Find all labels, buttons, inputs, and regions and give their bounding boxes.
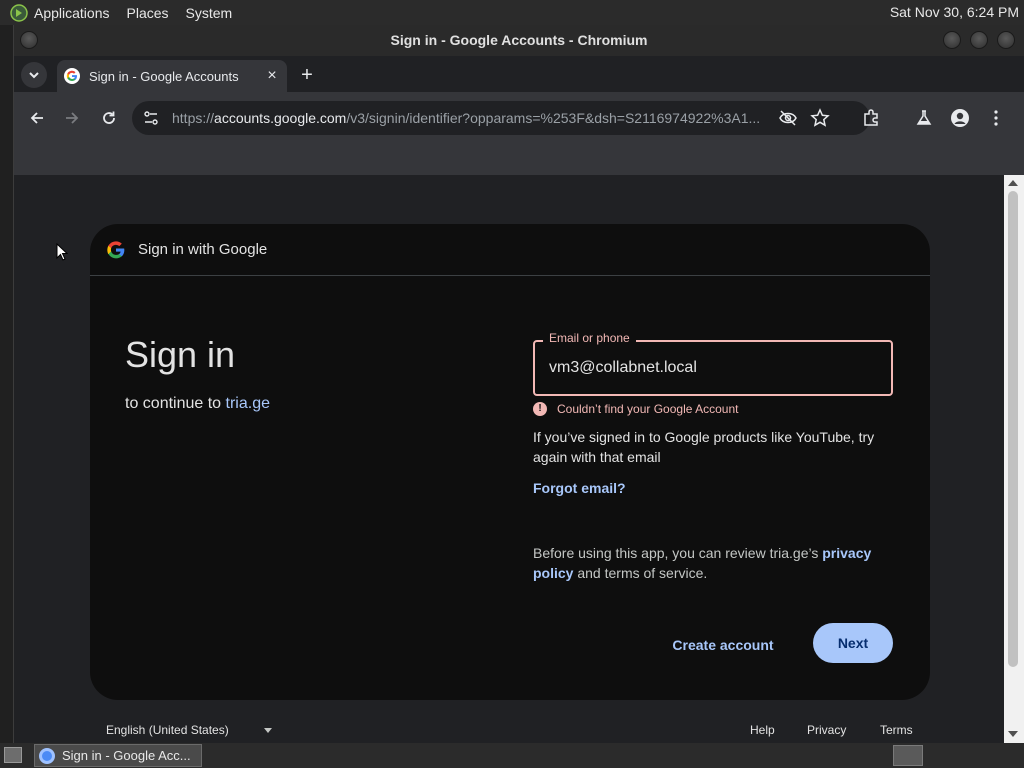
site-settings-icon[interactable] (142, 109, 160, 127)
hint-text: If you’ve signed in to Google products l… (533, 429, 875, 465)
eye-off-icon[interactable] (778, 109, 798, 127)
privacy-link[interactable]: Privacy (807, 723, 846, 737)
back-button[interactable] (25, 106, 49, 130)
url-scheme: https:// (172, 110, 215, 126)
workspace-switcher[interactable] (893, 745, 923, 766)
bookmark-star-icon[interactable] (810, 108, 830, 128)
desktop-top-panel: Applications Places System Sat Nov 30, 6… (0, 0, 1024, 25)
error-message: ! Couldn’t find your Google Account (533, 402, 738, 416)
app-link[interactable]: tria.ge (226, 395, 270, 412)
google-logo-icon (107, 240, 125, 258)
next-button[interactable]: Next (813, 623, 893, 663)
scroll-up-arrow-icon[interactable] (1008, 180, 1018, 186)
new-tab-button[interactable]: + (297, 65, 317, 85)
chromium-icon (39, 747, 55, 764)
more-vertical-icon (994, 110, 998, 126)
email-field-label: Email or phone (543, 331, 636, 345)
forward-button[interactable] (60, 106, 84, 130)
scroll-down-arrow-icon[interactable] (1008, 731, 1018, 737)
system-menu[interactable]: System (186, 5, 233, 21)
window-title: Sign in - Google Accounts - Chromium (390, 32, 648, 48)
toolbar-extension-area (14, 144, 1024, 175)
tab-close-button[interactable]: × (263, 67, 281, 85)
email-field[interactable]: Email or phone (533, 331, 893, 396)
privacy-suffix: and terms of service. (573, 565, 708, 581)
flask-icon (916, 110, 932, 125)
address-bar[interactable]: https://accounts.google.com/v3/signin/id… (132, 101, 870, 135)
scrollbar-thumb[interactable] (1008, 191, 1018, 667)
reload-icon (103, 111, 115, 124)
close-window-button[interactable] (997, 31, 1015, 49)
page-content: Sign in with Google Sign in to continue … (14, 175, 1004, 743)
page-footer: English (United States) Help Privacy Ter… (14, 723, 1004, 743)
mouse-cursor-icon (56, 243, 68, 261)
tab-title: Sign in - Google Accounts (89, 68, 239, 84)
privacy-prefix: Before using this app, you can review tr… (533, 545, 823, 561)
arrow-left-icon (30, 112, 43, 124)
language-select[interactable]: English (United States) (106, 723, 229, 737)
taskbar-item-label: Sign in - Google Acc... (62, 748, 191, 763)
error-icon: ! (533, 402, 547, 416)
tab-signin[interactable]: Sign in - Google Accounts × (57, 60, 287, 92)
extensions-button[interactable] (859, 106, 883, 130)
email-input[interactable] (549, 356, 869, 380)
signin-card: Sign in with Google Sign in to continue … (90, 224, 930, 700)
maximize-button[interactable] (970, 31, 988, 49)
window-menu-button[interactable] (20, 31, 38, 49)
chrome-menu-button[interactable] (984, 106, 1008, 130)
desktop-taskbar: Sign in - Google Acc... (0, 743, 1024, 768)
labs-button[interactable] (912, 106, 936, 130)
error-text: Couldn’t find your Google Account (557, 402, 739, 416)
url-host: accounts.google.com (214, 110, 347, 126)
distro-logo-icon[interactable] (10, 3, 28, 22)
card-header: Sign in with Google (90, 224, 930, 276)
places-menu[interactable]: Places (127, 5, 169, 21)
terms-link[interactable]: Terms (880, 723, 913, 737)
applications-menu[interactable]: Applications (34, 5, 110, 21)
continue-to-text: to continue to tria.ge (125, 395, 270, 413)
url-path: /v3/signin/identifier?opparams=%253F&dsh… (346, 110, 761, 126)
arrow-right-icon (66, 112, 79, 124)
google-favicon-icon (64, 68, 80, 84)
tab-search-button[interactable] (21, 62, 47, 88)
dropdown-caret-icon[interactable] (264, 728, 272, 733)
url-text[interactable]: https://accounts.google.com/v3/signin/id… (172, 110, 768, 126)
show-desktop-button[interactable] (4, 747, 22, 763)
window-titlebar[interactable]: Sign in - Google Accounts - Chromium (14, 25, 1024, 56)
help-link[interactable]: Help (750, 723, 775, 737)
reload-button[interactable] (97, 106, 121, 130)
profile-button[interactable] (948, 106, 972, 130)
privacy-notice: Before using this app, you can review tr… (533, 543, 893, 583)
forgot-email-link[interactable]: Forgot email? (533, 480, 626, 496)
browser-window: Sign in - Google Accounts - Chromium Sig… (13, 25, 1024, 743)
continue-prefix: to continue to (125, 395, 226, 412)
taskbar-window-item[interactable]: Sign in - Google Acc... (34, 744, 202, 767)
page-scrollbar[interactable] (1004, 175, 1024, 743)
puzzle-icon (864, 109, 878, 126)
chevron-down-icon (29, 72, 39, 79)
minimize-button[interactable] (943, 31, 961, 49)
panel-clock[interactable]: Sat Nov 30, 6:24 PM (890, 4, 1019, 20)
profile-avatar-icon (951, 109, 969, 127)
create-account-button[interactable]: Create account (658, 625, 788, 665)
tab-strip: Sign in - Google Accounts × + (14, 56, 1024, 92)
card-header-label: Sign in with Google (138, 241, 268, 258)
browser-toolbar: https://accounts.google.com/v3/signin/id… (14, 92, 1024, 144)
page-title: Sign in (125, 334, 236, 375)
